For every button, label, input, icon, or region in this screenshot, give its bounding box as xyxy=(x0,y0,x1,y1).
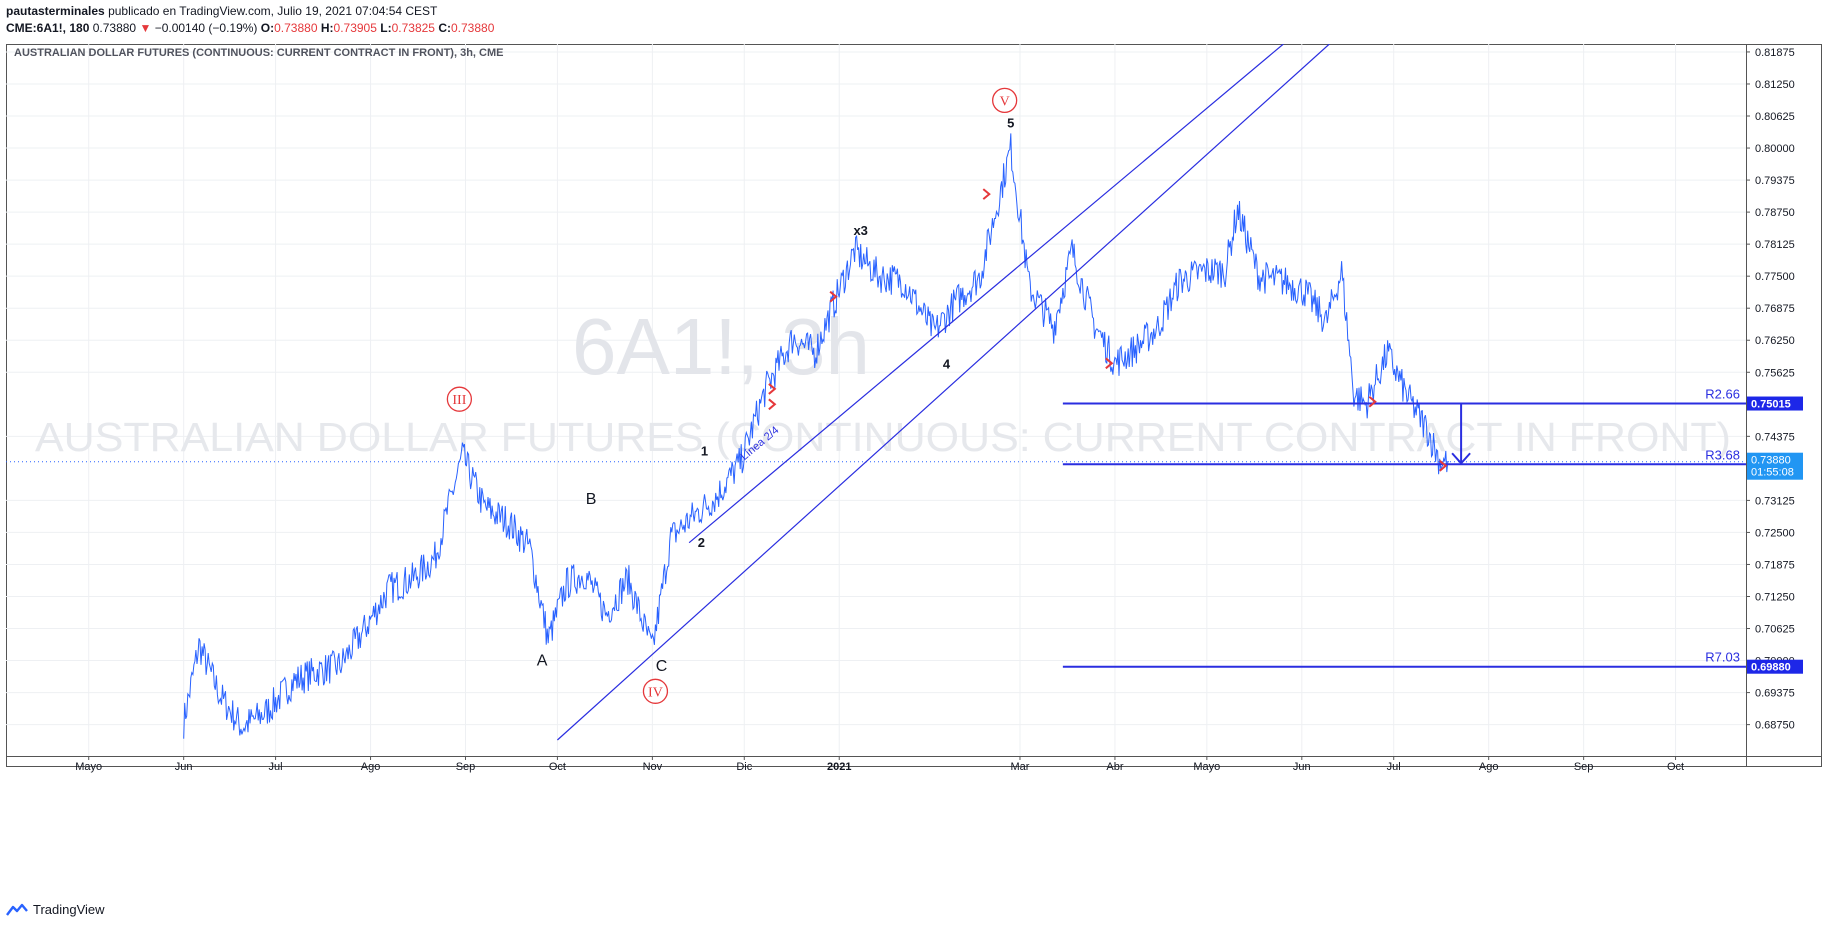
wave-label: C xyxy=(656,658,668,675)
last-price: 0.73880 xyxy=(92,21,137,35)
time-tick-label: Nov xyxy=(643,761,663,773)
watermark-symbol: 6A1!, 3h xyxy=(572,302,870,391)
signal-marker xyxy=(768,398,777,411)
time-tick-label: Jul xyxy=(269,761,283,773)
symbol-line: CME:6A1!, 180 xyxy=(6,21,90,35)
brand-name: TradingView xyxy=(33,902,105,917)
open-label: O: xyxy=(260,21,275,35)
time-tick-label: Jun xyxy=(175,761,193,773)
wave-label: 4 xyxy=(943,356,951,371)
ohlc-header: CME:6A1!, 180 0.73880 ▼ −0.00140 (−0.19%… xyxy=(6,21,494,35)
low-label: L: xyxy=(380,21,392,35)
time-tick-label: Sep xyxy=(1574,761,1594,773)
price-tick-label: 0.71875 xyxy=(1755,559,1795,571)
wave-label: B xyxy=(586,491,597,508)
price-tick-label: 0.73125 xyxy=(1755,495,1795,507)
price-tick-label: 0.70625 xyxy=(1755,624,1795,636)
price-tick-label: 0.80000 xyxy=(1755,143,1795,155)
price-tick-label: 0.77500 xyxy=(1755,271,1795,283)
wave-label: 5 xyxy=(1007,116,1014,131)
price-tick-label: 0.78750 xyxy=(1755,207,1795,219)
close-label: C: xyxy=(438,21,451,35)
footer-brand[interactable]: TradingView xyxy=(6,902,105,917)
current-price-value: 0.73880 xyxy=(1751,455,1791,467)
tradingview-logo-icon xyxy=(6,903,28,916)
time-tick-label: Jul xyxy=(1387,761,1401,773)
close-value: 0.73880 xyxy=(451,21,495,35)
wave-label: A xyxy=(537,653,548,670)
wave-label: 2 xyxy=(698,535,705,550)
price-tick-label: 0.68750 xyxy=(1755,720,1795,732)
price-tick-label: 0.74375 xyxy=(1755,431,1795,443)
time-tick-label: Mar xyxy=(1011,761,1030,773)
time-tick-label: Abr xyxy=(1106,761,1123,773)
price-tick-label: 0.76875 xyxy=(1755,303,1795,315)
time-tick-label: Oct xyxy=(549,761,566,773)
low-value: 0.73825 xyxy=(391,21,435,35)
wave-label: 1 xyxy=(701,444,708,459)
price-tick-label: 0.71250 xyxy=(1755,591,1795,603)
price-tick-label: 0.78125 xyxy=(1755,239,1795,251)
price-change: −0.00140 (−0.19%) xyxy=(154,21,258,35)
price-tick-label: 0.80625 xyxy=(1755,111,1795,123)
level-price-tag-text: 0.69880 xyxy=(1751,662,1791,674)
time-tick-label: Oct xyxy=(1667,761,1684,773)
price-chart[interactable]: 6A1!, 3h AUSTRALIAN DOLLAR FUTURES (CONTI… xyxy=(6,44,1822,892)
level-ratio-label: R2.66 xyxy=(1705,387,1740,402)
time-tick-label: Mayo xyxy=(1193,761,1220,773)
wave-label-circled: IV xyxy=(648,685,663,700)
time-tick-label: 2021 xyxy=(827,761,851,773)
price-tick-label: 0.81875 xyxy=(1755,47,1795,59)
current-price-countdown: 01:55:08 xyxy=(1751,467,1794,479)
wave-label-circled: III xyxy=(452,393,466,408)
time-tick-label: Sep xyxy=(456,761,476,773)
publication-header: pautasterminales publicado en TradingVie… xyxy=(6,4,437,18)
published-text: publicado en TradingView.com, Julio 19, … xyxy=(108,4,438,18)
open-value: 0.73880 xyxy=(274,21,318,35)
time-tick-label: Ago xyxy=(1479,761,1499,773)
chart-border xyxy=(6,44,1822,767)
time-tick-label: Mayo xyxy=(75,761,102,773)
high-value: 0.73905 xyxy=(333,21,377,35)
signal-marker xyxy=(982,188,991,200)
down-arrow-icon: ▼ xyxy=(139,21,152,35)
price-tick-label: 0.79375 xyxy=(1755,175,1795,187)
chart-title: AUSTRALIAN DOLLAR FUTURES (CONTINUOUS: C… xyxy=(14,47,503,59)
high-label: H: xyxy=(320,21,334,35)
price-tick-label: 0.75625 xyxy=(1755,367,1795,379)
level-price-tag-text: 0.75015 xyxy=(1751,399,1791,411)
time-tick-label: Dic xyxy=(736,761,752,773)
time-tick-label: Jun xyxy=(1293,761,1311,773)
price-tick-label: 0.72500 xyxy=(1755,527,1795,539)
price-tick-label: 0.81250 xyxy=(1755,79,1795,91)
wave-label: x3 xyxy=(853,223,867,238)
wave-label-circled: V xyxy=(1000,94,1010,109)
chart-area[interactable]: 6A1!, 3h AUSTRALIAN DOLLAR FUTURES (CONTI… xyxy=(6,44,1822,892)
watermark-name: AUSTRALIAN DOLLAR FUTURES (CONTINUOUS: C… xyxy=(35,414,1731,460)
level-ratio-label: R7.03 xyxy=(1705,650,1740,665)
trend-line xyxy=(688,44,1284,544)
signal-marker xyxy=(1368,395,1377,408)
price-tick-label: 0.76250 xyxy=(1755,335,1795,347)
price-tick-label: 0.69375 xyxy=(1755,688,1795,700)
level-ratio-label: R3.68 xyxy=(1705,447,1740,462)
time-tick-label: Ago xyxy=(361,761,381,773)
author-name[interactable]: pautasterminales xyxy=(6,4,105,18)
